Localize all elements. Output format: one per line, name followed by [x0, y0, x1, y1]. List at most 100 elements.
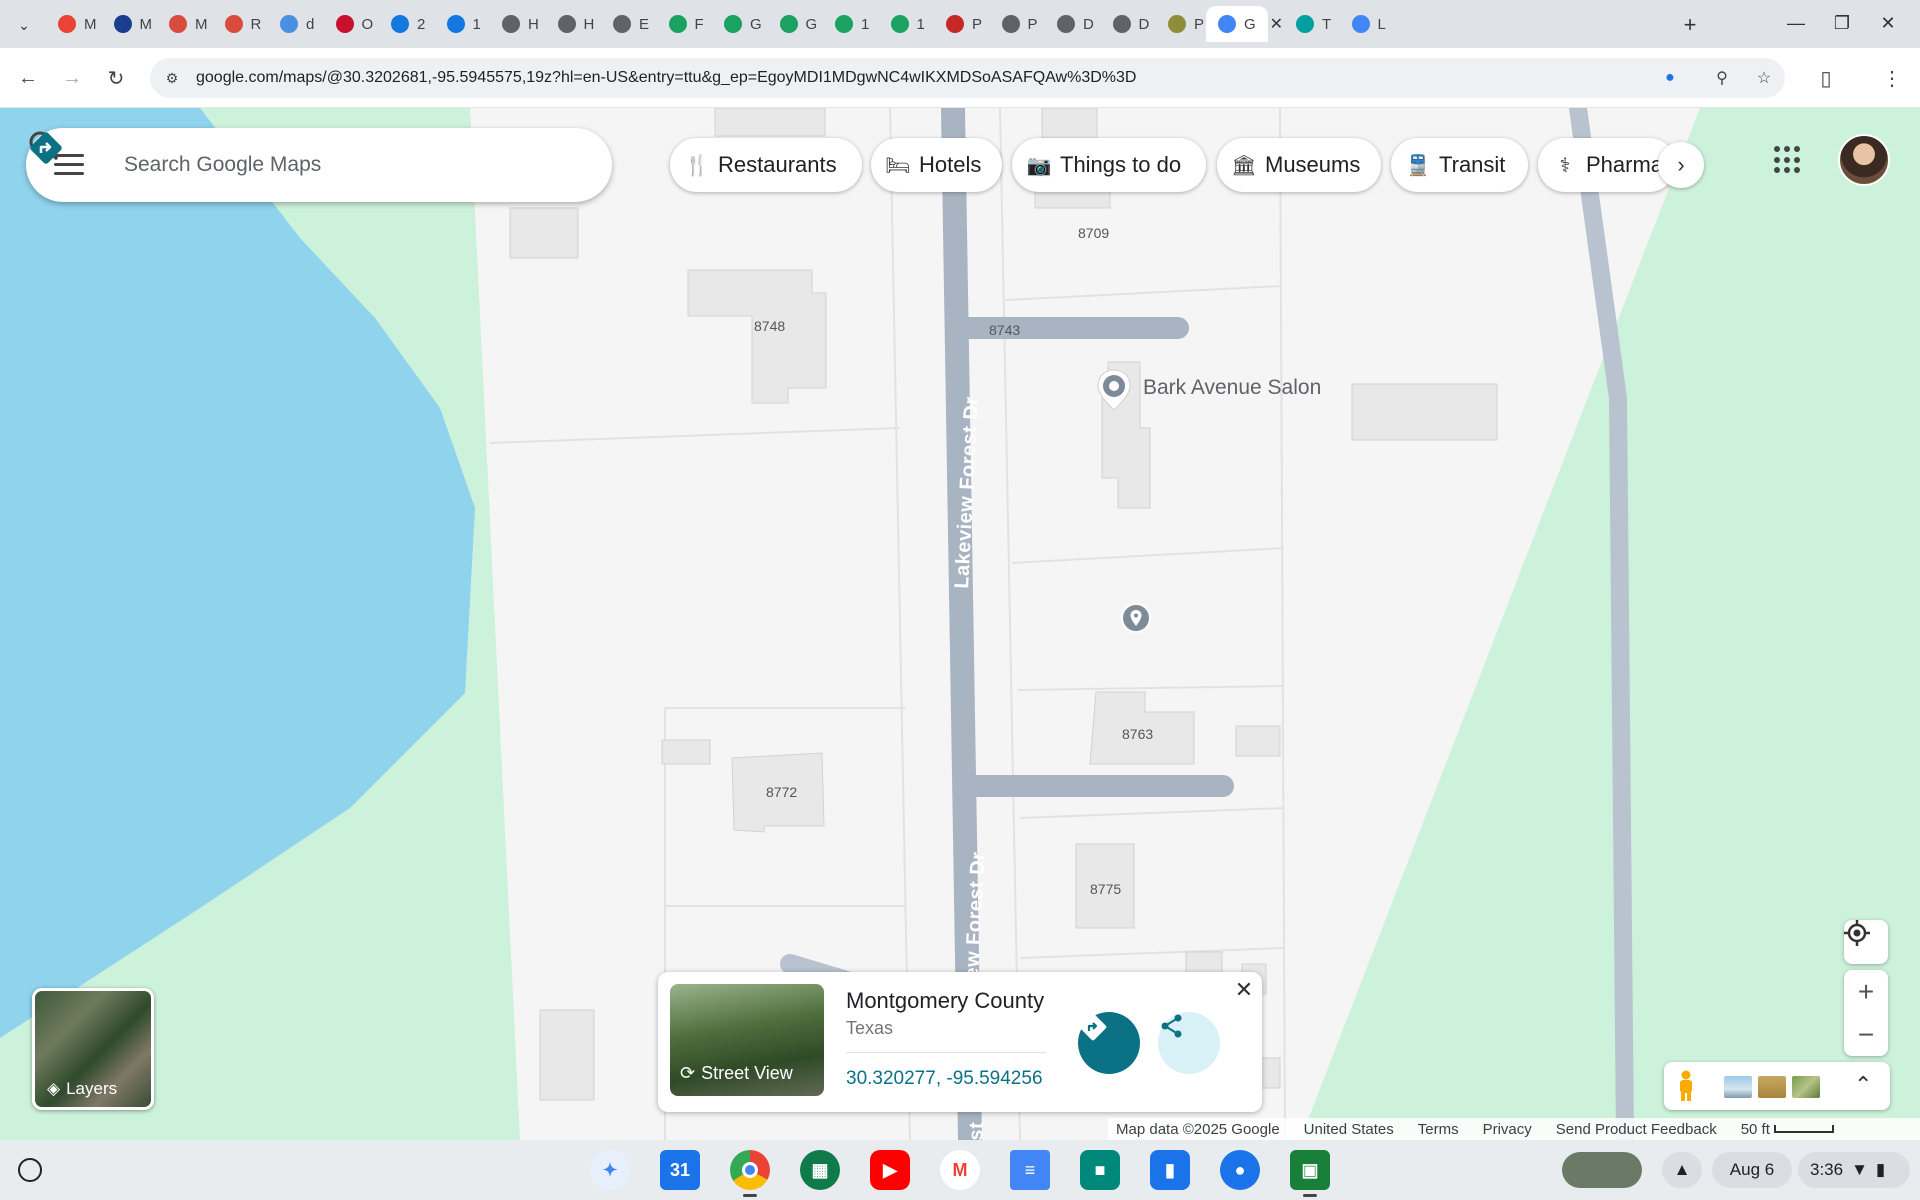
tab-close-icon[interactable]: ✕ — [1270, 14, 1283, 34]
browser-tab[interactable]: P — [934, 6, 990, 42]
poi-label[interactable]: Bark Avenue Salon — [1143, 376, 1321, 400]
browser-tab[interactable]: 2 — [379, 6, 435, 42]
terms-link[interactable]: Terms — [1418, 1121, 1459, 1138]
browser-tab[interactable]: P — [990, 6, 1046, 42]
meet-icon[interactable]: ■ — [1080, 1150, 1120, 1190]
card-coordinates[interactable]: 30.320277, -95.594256 — [846, 1068, 1043, 1090]
zoom-in-button[interactable]: + — [1844, 970, 1888, 1013]
building-number: 8748 — [754, 318, 786, 334]
browser-tab[interactable]: H — [546, 6, 602, 42]
browser-tab[interactable]: F — [657, 6, 713, 42]
card-share-button[interactable] — [1158, 1012, 1220, 1074]
status-area[interactable]: 3:36 ▼ ▮ — [1798, 1152, 1910, 1188]
zoom-icon[interactable]: ⚲ — [1710, 66, 1734, 90]
terrain-thumb[interactable] — [1758, 1076, 1786, 1098]
card-directions-button[interactable] — [1078, 1012, 1140, 1074]
street-view-thumbnail[interactable]: ⟳ Street View — [670, 984, 824, 1096]
browser-tab[interactable]: 1 — [879, 6, 935, 42]
account-avatar[interactable] — [1838, 134, 1890, 186]
browser-tab[interactable]: G ✕ — [1206, 6, 1283, 42]
building-number: 8763 — [1122, 726, 1154, 742]
site-info-icon[interactable]: ⚙ — [162, 68, 182, 88]
browser-tab[interactable]: E — [601, 6, 657, 42]
chip-restaurants[interactable]: 🍴 Restaurants — [670, 138, 862, 192]
extensions-icon[interactable]: ▯ — [1810, 62, 1842, 94]
chip-things-to-do[interactable]: 📷 Things to do — [1012, 138, 1206, 192]
zoom-out-button[interactable]: − — [1844, 1013, 1888, 1056]
imagery-bar: ⌃ — [1664, 1062, 1890, 1110]
reload-icon[interactable]: ↻ — [100, 62, 132, 94]
tray-thumbnails[interactable] — [1562, 1152, 1642, 1188]
chrome-icon[interactable] — [730, 1150, 770, 1190]
globe-icon — [502, 15, 520, 33]
tab-title: L — [1377, 15, 1386, 33]
location-pin-icon[interactable]: ● — [1658, 66, 1682, 90]
browser-tab[interactable]: P — [1156, 6, 1212, 42]
browser-tab[interactable]: M — [46, 6, 102, 42]
chip-hotels[interactable]: 🛏 Hotels — [871, 138, 1002, 192]
youtube-icon[interactable]: ▶ — [870, 1150, 910, 1190]
browser-tab[interactable]: 1 — [823, 6, 879, 42]
globe-icon — [1112, 15, 1131, 33]
browser-tab[interactable]: L — [1340, 6, 1396, 42]
messages-icon[interactable]: ● — [1220, 1150, 1260, 1190]
browser-tab[interactable]: T — [1284, 6, 1340, 42]
google-apps-icon[interactable] — [1774, 146, 1802, 174]
feedback-link[interactable]: Send Product Feedback — [1556, 1121, 1717, 1138]
download-icon[interactable]: ▲ — [1662, 1152, 1702, 1188]
close-icon[interactable]: ✕ — [1232, 977, 1256, 1002]
back-icon[interactable]: ← — [12, 62, 44, 94]
close-window-button[interactable]: ✕ — [1870, 8, 1906, 38]
expand-up-icon[interactable]: ⌃ — [1854, 1072, 1872, 1098]
browser-tab[interactable]: D — [1045, 6, 1101, 42]
gmail-icon[interactable]: M — [940, 1150, 980, 1190]
pegman-icon[interactable] — [1676, 1070, 1696, 1102]
browser-tab[interactable]: O — [324, 6, 380, 42]
directions-icon[interactable] — [26, 128, 66, 168]
leaf-icon — [668, 15, 687, 33]
forward-icon[interactable]: → — [56, 62, 88, 94]
new-tab-button[interactable]: + — [1676, 11, 1704, 39]
country-link[interactable]: United States — [1304, 1121, 1394, 1138]
launcher-icon[interactable] — [18, 1158, 42, 1182]
gemini-icon[interactable]: ✦ — [590, 1150, 630, 1190]
url-text[interactable]: google.com/maps/@30.3202681,-95.5945575,… — [196, 69, 1136, 87]
calendar-icon[interactable]: 31 — [660, 1150, 700, 1190]
map-canvas[interactable]: 8709 8748 8743 8763 8772 8775 Lakeview F… — [0, 108, 1920, 1140]
browser-tab[interactable]: D — [1101, 6, 1157, 42]
sheets-icon[interactable]: ▣ — [1290, 1150, 1330, 1190]
app-grid-icon[interactable]: ▦ — [800, 1150, 840, 1190]
files-icon[interactable]: ▮ — [1150, 1150, 1190, 1190]
browser-tab[interactable]: R — [213, 6, 269, 42]
address-bar[interactable]: ⚙ google.com/maps/@30.3202681,-95.594557… — [150, 58, 1785, 98]
browser-tab[interactable]: H — [490, 6, 546, 42]
search-input[interactable] — [124, 148, 484, 182]
date-display[interactable]: Aug 6 — [1712, 1152, 1792, 1188]
imagery-thumb[interactable] — [1724, 1076, 1752, 1098]
chevron-right-icon[interactable]: › — [1658, 142, 1704, 188]
restore-button[interactable]: ❐ — [1824, 8, 1860, 38]
minimize-button[interactable]: — — [1778, 8, 1814, 38]
privacy-link[interactable]: Privacy — [1483, 1121, 1532, 1138]
globe-icon — [1001, 15, 1020, 33]
scale-bar[interactable]: 50 ft — [1741, 1121, 1834, 1138]
chip-transit[interactable]: 🚆 Transit — [1391, 138, 1528, 192]
chip-museums[interactable]: 🏛 Museums — [1217, 138, 1381, 192]
browser-tab[interactable]: 1 — [435, 6, 491, 42]
kebab-menu-icon[interactable]: ⋮ — [1876, 62, 1908, 94]
tab-search-button[interactable]: ⌄ — [10, 11, 38, 39]
browser-tab[interactable]: G — [712, 6, 768, 42]
browser-tab[interactable]: G — [768, 6, 824, 42]
browser-tab[interactable]: d — [268, 6, 324, 42]
browser-tab[interactable]: M — [157, 6, 213, 42]
dropped-pin-icon[interactable] — [1120, 602, 1152, 634]
place-pin-icon[interactable] — [1094, 368, 1134, 414]
satellite-thumb[interactable] — [1792, 1076, 1820, 1098]
docs-icon[interactable]: ≡ — [1010, 1150, 1050, 1190]
my-location-button[interactable] — [1844, 920, 1888, 964]
bookmark-star-icon[interactable]: ☆ — [1752, 66, 1776, 90]
chip-pharmacy[interactable]: ⚕ Pharma — [1538, 138, 1676, 192]
layers-button[interactable]: ◈ Layers — [32, 988, 154, 1110]
os-shelf: ✦ 31 ▦ ▶ M ≡ ■ ▮ ● ▣ ▲ Aug 6 3:36 ▼ ▮ — [0, 1140, 1920, 1200]
browser-tab[interactable]: M — [102, 6, 158, 42]
